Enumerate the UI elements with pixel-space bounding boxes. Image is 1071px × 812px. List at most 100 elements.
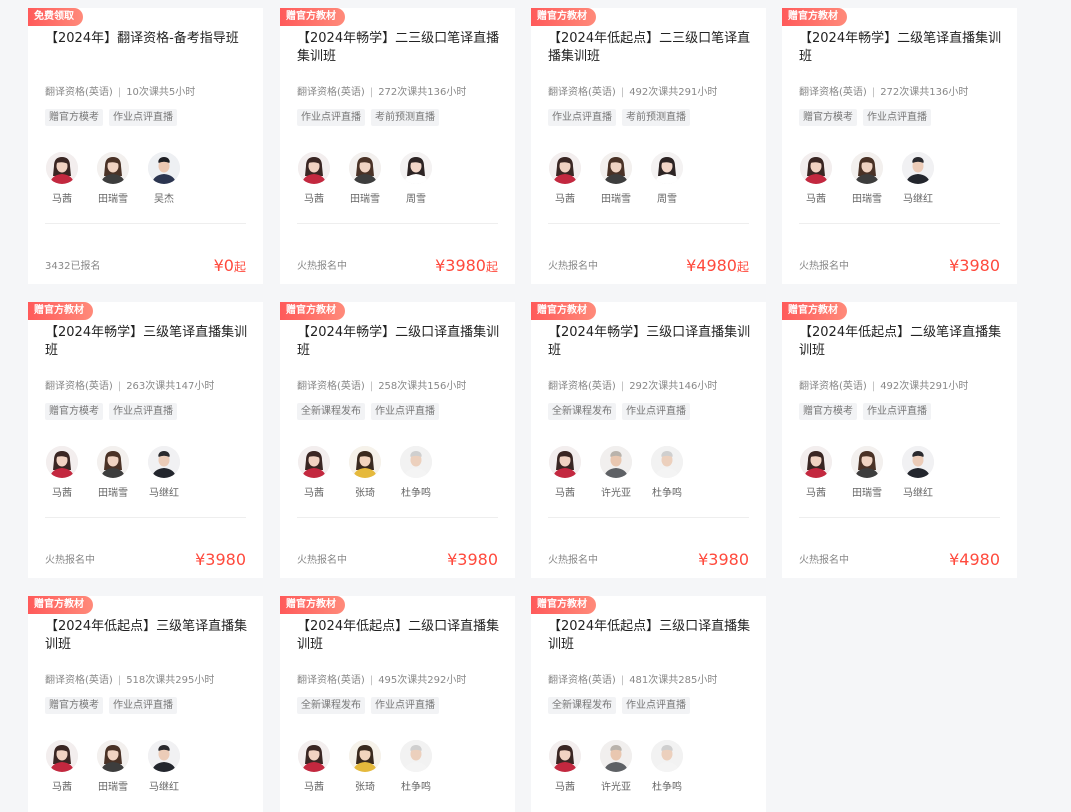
price-value: ¥3980 <box>435 256 486 275</box>
teacher[interactable]: 许光亚 <box>599 446 633 499</box>
course-card[interactable]: 赠官方教材 【2024年畅学】三级口译直播集训班 翻译资格(英语) | 292次课共… <box>531 302 766 578</box>
teacher[interactable]: 杜争鸣 <box>650 446 684 499</box>
course-tag: 赠官方模考 <box>45 403 103 420</box>
teacher[interactable]: 马茜 <box>799 446 833 499</box>
teacher-avatar <box>549 446 581 478</box>
teacher[interactable]: 张琦 <box>348 740 382 793</box>
teacher[interactable]: 田瑞雪 <box>348 152 382 205</box>
course-tag: 作业点评直播 <box>109 403 177 420</box>
course-title[interactable]: 【2024年】翻译资格-备考指导班 <box>45 30 250 48</box>
teacher-list: 马茜 田瑞雪 吴杰 <box>45 152 198 205</box>
promo-badge: 赠官方教材 <box>280 8 345 26</box>
course-price: ¥4980起 <box>686 256 749 275</box>
teacher[interactable]: 吴杰 <box>147 152 181 205</box>
teacher-list: 马茜 许光亚 杜争鸣 <box>548 740 701 793</box>
teacher[interactable]: 马茜 <box>297 446 331 499</box>
course-title[interactable]: 【2024年低起点】三级口译直播集训班 <box>548 618 753 654</box>
promo-badge: 赠官方教材 <box>531 8 596 26</box>
teacher[interactable]: 马茜 <box>45 740 79 793</box>
course-title[interactable]: 【2024年畅学】三级口译直播集训班 <box>548 324 753 360</box>
teacher-avatar <box>651 152 683 184</box>
teacher[interactable]: 马茜 <box>45 152 79 205</box>
teacher-list: 马茜 张琦 杜争鸣 <box>297 740 450 793</box>
course-tag: 作业点评直播 <box>109 697 177 714</box>
course-card[interactable]: 赠官方教材 【2024年低起点】二级口译直播集训班 翻译资格(英语) | 495次课… <box>280 596 515 812</box>
teacher-avatar <box>349 446 381 478</box>
teacher[interactable]: 周雪 <box>650 152 684 205</box>
teacher[interactable]: 杜争鸣 <box>650 740 684 793</box>
course-tags: 作业点评直播 考前预测直播 <box>297 105 445 126</box>
course-title[interactable]: 【2024年低起点】二级笔译直播集训班 <box>799 324 1004 360</box>
teacher[interactable]: 马茜 <box>799 152 833 205</box>
course-title[interactable]: 【2024年低起点】三级笔译直播集训班 <box>45 618 250 654</box>
teacher-avatar <box>902 152 934 184</box>
teacher-name: 杜争鸣 <box>652 488 682 499</box>
course-card[interactable]: 赠官方教材 【2024年低起点】二级笔译直播集训班 翻译资格(英语) | 492次课… <box>782 302 1017 578</box>
teacher-list: 马茜 田瑞雪 周雪 <box>548 152 701 205</box>
teacher[interactable]: 田瑞雪 <box>96 740 130 793</box>
teacher[interactable]: 田瑞雪 <box>96 446 130 499</box>
teacher[interactable]: 田瑞雪 <box>599 152 633 205</box>
teacher[interactable]: 杜争鸣 <box>399 740 433 793</box>
teacher[interactable]: 马继红 <box>147 740 181 793</box>
course-tags: 赠官方模考 作业点评直播 <box>45 693 183 714</box>
teacher[interactable]: 马茜 <box>45 446 79 499</box>
course-meta: 翻译资格(英语) | 481次课共285小时 <box>548 671 717 686</box>
teacher-name: 马继红 <box>149 782 179 793</box>
teacher-avatar <box>349 152 381 184</box>
teacher[interactable]: 田瑞雪 <box>850 152 884 205</box>
teacher-list: 马茜 田瑞雪 马继红 <box>799 152 952 205</box>
course-title[interactable]: 【2024年畅学】三级笔译直播集训班 <box>45 324 250 360</box>
teacher[interactable]: 马茜 <box>297 740 331 793</box>
course-price: ¥3980 <box>195 550 246 569</box>
card-divider <box>799 223 1000 224</box>
teacher[interactable]: 马继红 <box>901 446 935 499</box>
course-card[interactable]: 免费领取 【2024年】翻译资格-备考指导班 翻译资格(英语) | 10次课共5小时… <box>28 8 263 284</box>
card-footer: 火热报名中 ¥3980 <box>799 249 1000 275</box>
card-footer: 火热报名中 ¥3980 <box>45 543 246 569</box>
teacher[interactable]: 田瑞雪 <box>96 152 130 205</box>
course-card[interactable]: 赠官方教材 【2024年畅学】二级口译直播集训班 翻译资格(英语) | 258次课共… <box>280 302 515 578</box>
teacher-name: 马茜 <box>806 194 826 205</box>
card-footer: 火热报名中 ¥3980起 <box>297 249 498 275</box>
course-title[interactable]: 【2024年畅学】二三级口笔译直播集训班 <box>297 30 502 66</box>
teacher[interactable]: 马继红 <box>901 152 935 205</box>
teacher[interactable]: 张琦 <box>348 446 382 499</box>
course-title[interactable]: 【2024年低起点】二级口译直播集训班 <box>297 618 502 654</box>
course-card[interactable]: 赠官方教材 【2024年畅学】二级笔译直播集训班 翻译资格(英语) | 272次课共… <box>782 8 1017 284</box>
course-card[interactable]: 赠官方教材 【2024年低起点】二三级口笔译直播集训班 翻译资格(英语) | 492… <box>531 8 766 284</box>
teacher-avatar <box>800 152 832 184</box>
teacher[interactable]: 许光亚 <box>599 740 633 793</box>
card-divider <box>297 223 498 224</box>
teacher[interactable]: 周雪 <box>399 152 433 205</box>
course-card[interactable]: 赠官方教材 【2024年低起点】三级口译直播集训班 翻译资格(英语) | 481次课… <box>531 596 766 812</box>
card-divider <box>297 517 498 518</box>
course-card[interactable]: 赠官方教材 【2024年畅学】三级笔译直播集训班 翻译资格(英语) | 263次课共… <box>28 302 263 578</box>
course-meta: 翻译资格(英语) | 495次课共292小时 <box>297 671 466 686</box>
enroll-status: 火热报名中 <box>297 555 347 566</box>
course-card[interactable]: 赠官方教材 【2024年畅学】二三级口笔译直播集训班 翻译资格(英语) | 272次… <box>280 8 515 284</box>
teacher-name: 马继红 <box>903 488 933 499</box>
teacher-avatar <box>298 152 330 184</box>
teacher[interactable]: 马茜 <box>548 152 582 205</box>
teacher[interactable]: 马茜 <box>548 446 582 499</box>
teacher-avatar <box>600 446 632 478</box>
teacher[interactable]: 马继红 <box>147 446 181 499</box>
teacher[interactable]: 马茜 <box>548 740 582 793</box>
course-category: 翻译资格(英语) <box>548 381 616 392</box>
course-title[interactable]: 【2024年畅学】二级口译直播集训班 <box>297 324 502 360</box>
teacher[interactable]: 马茜 <box>297 152 331 205</box>
teacher-name: 张琦 <box>355 488 375 499</box>
teacher-avatar <box>349 740 381 772</box>
course-title[interactable]: 【2024年低起点】二三级口笔译直播集训班 <box>548 30 753 66</box>
course-title[interactable]: 【2024年畅学】二级笔译直播集训班 <box>799 30 1004 66</box>
teacher-name: 田瑞雪 <box>601 194 631 205</box>
promo-badge: 赠官方教材 <box>280 302 345 320</box>
teacher[interactable]: 田瑞雪 <box>850 446 884 499</box>
teacher-list: 马茜 田瑞雪 马继红 <box>799 446 952 499</box>
course-category: 翻译资格(英语) <box>297 675 365 686</box>
course-lessons: 492次课共291小时 <box>629 87 718 98</box>
teacher[interactable]: 杜争鸣 <box>399 446 433 499</box>
course-card[interactable]: 赠官方教材 【2024年低起点】三级笔译直播集训班 翻译资格(英语) | 518次课… <box>28 596 263 812</box>
teacher-name: 杜争鸣 <box>652 782 682 793</box>
